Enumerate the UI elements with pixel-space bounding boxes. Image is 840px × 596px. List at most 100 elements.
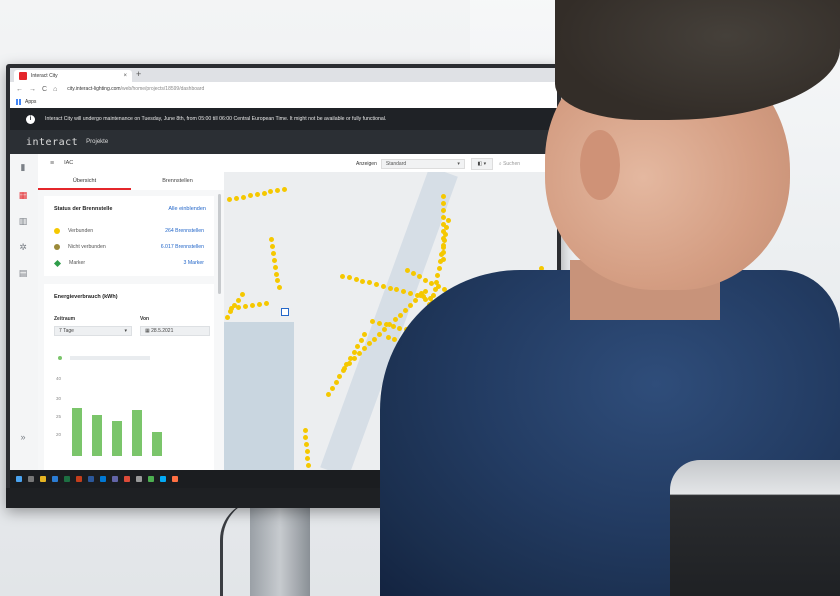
- light-point[interactable]: [234, 195, 239, 201]
- panel-toggle-icon[interactable]: ▮: [18, 162, 28, 172]
- search-taskbar-icon[interactable]: [28, 476, 34, 482]
- light-point[interactable]: [275, 187, 281, 193]
- app-icon[interactable]: [136, 476, 142, 482]
- reports-icon[interactable]: ▥: [18, 216, 28, 226]
- menu-icon[interactable]: ≡: [50, 160, 54, 167]
- light-point[interactable]: [273, 264, 279, 270]
- light-point[interactable]: [227, 197, 233, 203]
- light-point[interactable]: [268, 189, 274, 195]
- home-icon[interactable]: ⌂: [53, 86, 57, 93]
- back-icon[interactable]: ←: [16, 86, 23, 93]
- light-point[interactable]: [358, 337, 364, 343]
- chrome-icon[interactable]: [124, 476, 130, 482]
- excel-icon[interactable]: [64, 476, 70, 482]
- light-point[interactable]: [240, 194, 246, 200]
- light-point[interactable]: [282, 186, 288, 192]
- light-point[interactable]: [360, 278, 366, 284]
- app-icon[interactable]: [160, 476, 166, 482]
- reload-icon[interactable]: C: [42, 86, 47, 93]
- light-point[interactable]: [256, 301, 262, 307]
- light-point[interactable]: [306, 463, 311, 469]
- light-point[interactable]: [239, 291, 245, 297]
- outlook-icon[interactable]: [100, 476, 106, 482]
- light-point[interactable]: [276, 285, 282, 291]
- light-point[interactable]: [271, 250, 277, 256]
- status-row-marker[interactable]: Marker 3 Marker: [53, 258, 204, 268]
- light-point[interactable]: [355, 343, 361, 349]
- teams-icon[interactable]: [112, 476, 118, 482]
- energy-bar[interactable]: [92, 415, 102, 456]
- light-point[interactable]: [263, 300, 269, 306]
- folder-icon[interactable]: [40, 476, 46, 482]
- status-row-disconnected[interactable]: Nicht verbunden 6.017 Brennstellen: [54, 242, 204, 252]
- energy-bar[interactable]: [72, 408, 82, 456]
- apps-grid-icon[interactable]: [16, 99, 22, 105]
- light-point[interactable]: [243, 303, 249, 309]
- tab-light-points[interactable]: Brennstellen: [131, 172, 224, 190]
- map-dashboard-icon[interactable]: ▦: [18, 190, 28, 200]
- light-point[interactable]: [247, 193, 253, 199]
- light-point[interactable]: [304, 449, 310, 455]
- light-point[interactable]: [224, 315, 230, 321]
- light-point[interactable]: [337, 373, 343, 379]
- light-point[interactable]: [304, 442, 309, 448]
- tab-overview[interactable]: Übersicht: [38, 172, 131, 190]
- light-point[interactable]: [268, 236, 274, 242]
- light-point[interactable]: [250, 302, 255, 308]
- calendar-icon[interactable]: ▤: [18, 268, 28, 278]
- energy-bar[interactable]: [132, 410, 142, 456]
- tab-close-icon[interactable]: ×: [123, 73, 127, 79]
- light-point[interactable]: [254, 191, 260, 197]
- light-point[interactable]: [303, 435, 309, 441]
- map-marker-icon[interactable]: [281, 308, 289, 316]
- app-icon[interactable]: [172, 476, 178, 482]
- from-date-field[interactable]: ▦ 28.5.2021: [140, 326, 210, 336]
- status-value[interactable]: 264 Brennstellen: [165, 228, 204, 234]
- word-icon[interactable]: [88, 476, 94, 482]
- brand-logo[interactable]: interact: [26, 137, 78, 148]
- light-point[interactable]: [305, 456, 311, 462]
- light-point[interactable]: [356, 351, 362, 356]
- nav-projects[interactable]: Projekte: [86, 139, 108, 145]
- edge-icon[interactable]: [52, 476, 58, 482]
- powerpoint-icon[interactable]: [76, 476, 82, 482]
- browser-tab[interactable]: Interact City ×: [14, 70, 132, 82]
- status-row-connected[interactable]: Verbunden 264 Brennstellen: [54, 226, 204, 236]
- light-point[interactable]: [270, 243, 275, 249]
- light-point[interactable]: [362, 331, 368, 337]
- light-point[interactable]: [333, 379, 339, 385]
- light-point[interactable]: [341, 365, 347, 371]
- light-point[interactable]: [367, 280, 373, 286]
- light-point[interactable]: [351, 355, 357, 361]
- bookmarks-apps[interactable]: Apps: [25, 99, 36, 105]
- status-value[interactable]: 3 Marker: [184, 260, 204, 266]
- light-point[interactable]: [228, 309, 234, 315]
- settings-gear-icon[interactable]: ✲: [18, 242, 28, 252]
- light-point[interactable]: [261, 190, 267, 196]
- show-all-link[interactable]: Alle einblenden: [168, 206, 206, 212]
- period-select[interactable]: 7 Tage ▾: [54, 326, 132, 336]
- panel-scrollbar[interactable]: [218, 194, 221, 294]
- new-tab-icon[interactable]: +: [136, 69, 141, 79]
- forward-icon[interactable]: →: [29, 86, 36, 93]
- light-point[interactable]: [275, 278, 281, 284]
- light-point[interactable]: [374, 282, 379, 288]
- status-value[interactable]: 6.017 Brennstellen: [161, 244, 204, 250]
- light-point[interactable]: [326, 391, 332, 397]
- start-icon[interactable]: [16, 476, 22, 482]
- light-point[interactable]: [302, 428, 308, 434]
- light-point[interactable]: [351, 349, 357, 355]
- light-point[interactable]: [274, 271, 280, 277]
- light-point[interactable]: [340, 273, 346, 279]
- light-point[interactable]: [346, 360, 352, 366]
- light-point[interactable]: [353, 277, 359, 282]
- light-point[interactable]: [272, 257, 278, 263]
- light-point[interactable]: [236, 297, 241, 303]
- light-point[interactable]: [372, 336, 378, 342]
- energy-bar[interactable]: [112, 421, 122, 456]
- light-point[interactable]: [330, 385, 335, 391]
- energy-bar[interactable]: [152, 432, 162, 456]
- url-field[interactable]: city.interact-lighting.com/web/home/proj…: [67, 86, 204, 92]
- light-point[interactable]: [346, 275, 352, 281]
- expand-chevron-icon[interactable]: »: [18, 432, 28, 442]
